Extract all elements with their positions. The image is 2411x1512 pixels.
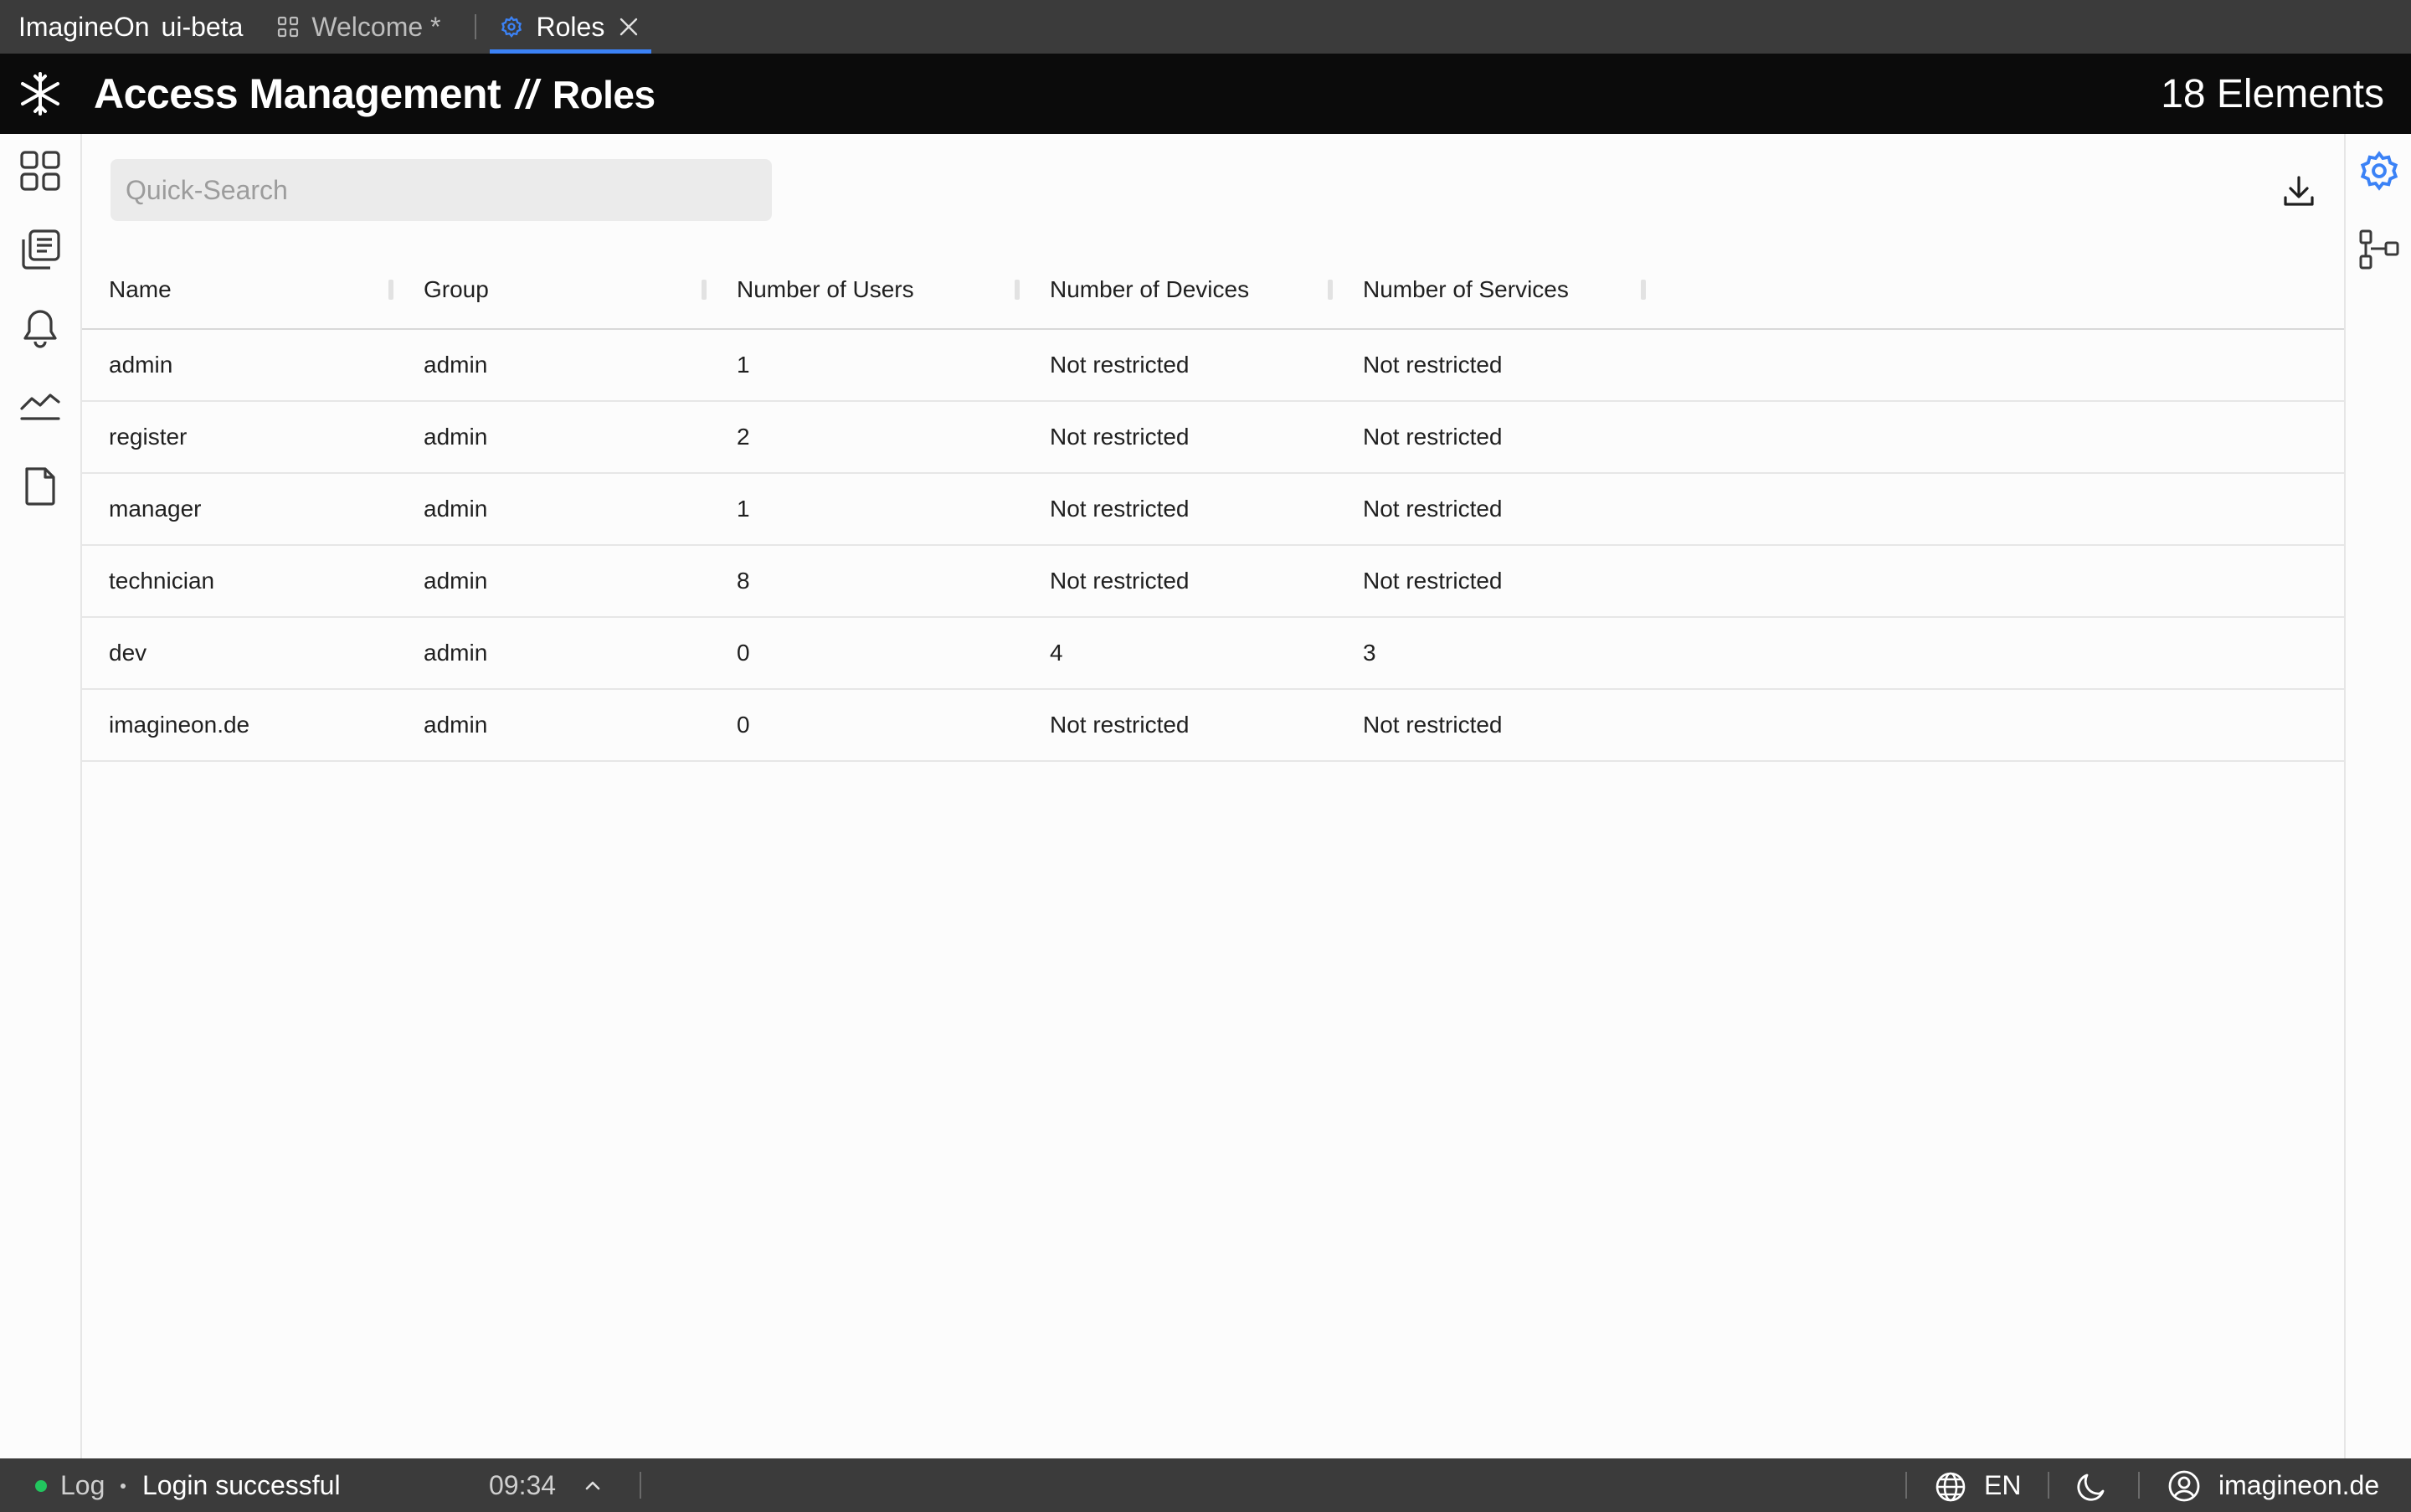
tab-welcome-label: Welcome * (311, 11, 441, 42)
chevron-up-icon[interactable] (581, 1473, 604, 1497)
tab-divider (474, 14, 476, 39)
app-env: ui-beta (161, 11, 244, 42)
cell-devices: Not restricted (1050, 424, 1190, 450)
right-sidebar (2344, 134, 2411, 1458)
table-row[interactable]: technician admin 8 Not restricted Not re… (82, 546, 2344, 618)
cell-services: Not restricted (1363, 712, 1503, 738)
globe-icon[interactable] (1934, 1470, 1967, 1504)
cell-group: admin (424, 712, 488, 738)
bell-icon[interactable] (17, 305, 64, 352)
title-separator: // (516, 73, 537, 117)
table-row[interactable]: dev admin 0 4 3 (82, 618, 2344, 690)
cell-users: 0 (737, 712, 750, 738)
user-avatar-icon[interactable] (2167, 1468, 2202, 1504)
grid-icon (276, 15, 300, 39)
cell-devices: Not restricted (1050, 496, 1190, 522)
close-icon[interactable] (618, 16, 640, 38)
cell-users: 1 (737, 496, 750, 522)
cell-name: technician (109, 568, 215, 594)
tab-roles[interactable]: Roles (489, 0, 652, 54)
cell-services: Not restricted (1363, 424, 1503, 450)
cell-users: 0 (737, 640, 750, 666)
download-icon[interactable] (2279, 171, 2319, 211)
column-resize-handle[interactable] (1641, 280, 1646, 300)
cell-users: 1 (737, 352, 750, 378)
status-divider (640, 1472, 641, 1499)
cell-name: manager (109, 496, 202, 522)
table-row[interactable]: imagineon.de admin 0 Not restricted Not … (82, 690, 2344, 762)
cell-name: admin (109, 352, 173, 378)
main-content: Name Group Number of Users Number of Dev… (82, 134, 2344, 1458)
page-header: Access Management // Roles 18 Elements (0, 54, 2411, 134)
file-icon[interactable] (17, 462, 64, 509)
cell-services: Not restricted (1363, 568, 1503, 594)
dashboard-icon[interactable] (17, 147, 64, 194)
status-bar: Log Login successful 09:34 EN imagineon.… (0, 1458, 2411, 1512)
table-row[interactable]: register admin 2 Not restricted Not rest… (82, 402, 2344, 474)
element-count: 18 Elements (2161, 71, 2384, 116)
column-resize-handle[interactable] (702, 280, 707, 300)
app-name: ImagineOn (18, 11, 150, 42)
title-sub: Roles (552, 73, 655, 116)
gear-icon[interactable] (2356, 147, 2403, 194)
cell-services: Not restricted (1363, 352, 1503, 378)
quick-search-input[interactable] (111, 159, 772, 221)
bullet-separator (121, 1484, 126, 1489)
tab-welcome[interactable]: Welcome * (276, 0, 441, 54)
table-header: Name Group Number of Users Number of Dev… (82, 251, 2344, 330)
cell-group: admin (424, 352, 488, 378)
page-title: Access Management // Roles (94, 69, 655, 118)
table-row[interactable]: manager admin 1 Not restricted Not restr… (82, 474, 2344, 546)
tab-roles-label: Roles (536, 11, 605, 42)
column-resize-handle[interactable] (1328, 280, 1333, 300)
column-resize-handle[interactable] (1015, 280, 1020, 300)
column-header-services[interactable]: Number of Services (1363, 251, 1569, 328)
log-time: 09:34 (489, 1469, 557, 1500)
cell-users: 8 (737, 568, 750, 594)
status-dot (35, 1480, 47, 1492)
status-divider (2048, 1472, 2049, 1499)
cell-name: dev (109, 640, 147, 666)
status-divider (2138, 1472, 2140, 1499)
status-divider (1905, 1472, 1907, 1499)
left-sidebar (0, 134, 82, 1458)
hierarchy-icon[interactable] (2356, 226, 2403, 273)
column-resize-handle[interactable] (388, 280, 393, 300)
chart-icon[interactable] (17, 382, 64, 429)
log-message: Login successful (142, 1469, 341, 1500)
cell-users: 2 (737, 424, 750, 450)
column-header-users[interactable]: Number of Users (737, 251, 914, 328)
user-name[interactable]: imagineon.de (2218, 1470, 2379, 1501)
cell-devices: Not restricted (1050, 568, 1190, 594)
column-header-devices[interactable]: Number of Devices (1050, 251, 1249, 328)
gear-icon (500, 15, 523, 39)
tab-bar: ImagineOn ui-beta Welcome * Roles (0, 0, 2411, 54)
cell-devices: Not restricted (1050, 712, 1190, 738)
table-row[interactable]: admin admin 1 Not restricted Not restric… (82, 330, 2344, 402)
language-selector[interactable]: EN (1984, 1470, 2021, 1501)
logo-icon (15, 69, 65, 119)
cell-name: imagineon.de (109, 712, 250, 738)
cell-group: admin (424, 640, 488, 666)
cell-group: admin (424, 568, 488, 594)
cell-devices: 4 (1050, 640, 1063, 666)
cell-group: admin (424, 424, 488, 450)
log-label[interactable]: Log (60, 1470, 105, 1501)
roles-table: Name Group Number of Users Number of Dev… (82, 251, 2344, 762)
cell-services: Not restricted (1363, 496, 1503, 522)
cell-services: 3 (1363, 640, 1376, 666)
cell-group: admin (424, 496, 488, 522)
documents-icon[interactable] (17, 226, 64, 273)
column-header-group[interactable]: Group (424, 251, 489, 328)
cell-devices: Not restricted (1050, 352, 1190, 378)
moon-icon[interactable] (2074, 1470, 2108, 1504)
title-main: Access Management (94, 70, 501, 117)
column-header-name[interactable]: Name (109, 251, 172, 328)
cell-name: register (109, 424, 188, 450)
